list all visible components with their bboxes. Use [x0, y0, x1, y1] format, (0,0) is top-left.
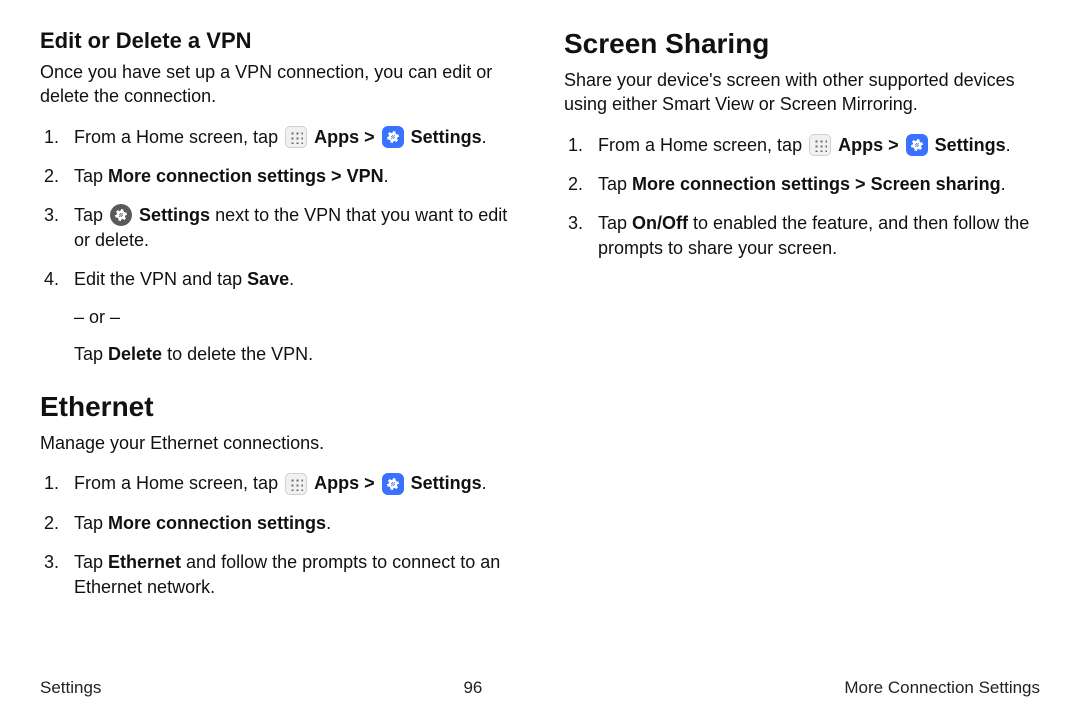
- apps-icon: [285, 473, 307, 495]
- heading-screen-sharing: Screen Sharing: [564, 28, 1040, 60]
- or-separator: – or –: [74, 305, 516, 330]
- list-item: Tap More connection settings.: [40, 511, 516, 536]
- content-columns: Edit or Delete a VPN Once you have set u…: [40, 28, 1040, 614]
- intro-vpn: Once you have set up a VPN connection, y…: [40, 60, 516, 109]
- page-footer: Settings 96 More Connection Settings: [40, 678, 1040, 698]
- settings-label: Settings: [935, 135, 1006, 155]
- list-item: From a Home screen, tap Apps > Settings.: [40, 125, 516, 150]
- text-bold: On/Off: [632, 213, 688, 233]
- list-item: Tap Settings next to the VPN that you wa…: [40, 203, 516, 253]
- intro-screen-sharing: Share your device's screen with other su…: [564, 68, 1040, 117]
- text-bold: More connection settings: [108, 513, 326, 533]
- intro-ethernet: Manage your Ethernet connections.: [40, 431, 516, 455]
- settings-icon: [382, 126, 404, 148]
- text: .: [384, 166, 389, 186]
- list-item: Tap Ethernet and follow the prompts to c…: [40, 550, 516, 600]
- text: .: [1006, 135, 1011, 155]
- list-item: From a Home screen, tap Apps > Settings.: [564, 133, 1040, 158]
- list-item: From a Home screen, tap Apps > Settings.: [40, 471, 516, 496]
- settings-label: Settings: [411, 473, 482, 493]
- text-bold: More connection settings > Screen sharin…: [632, 174, 1001, 194]
- separator: >: [364, 127, 380, 147]
- text-bold: Save: [247, 269, 289, 289]
- settings-icon: [382, 473, 404, 495]
- gear-icon: [110, 204, 132, 226]
- right-column: Screen Sharing Share your device's scree…: [564, 28, 1040, 614]
- text: Tap: [74, 552, 108, 572]
- text-bold: Ethernet: [108, 552, 181, 572]
- list-item: Tap More connection settings > VPN.: [40, 164, 516, 189]
- text-bold: More connection settings > VPN: [108, 166, 384, 186]
- text: Tap: [598, 174, 632, 194]
- apps-icon: [285, 126, 307, 148]
- text: From a Home screen, tap: [74, 473, 283, 493]
- heading-vpn: Edit or Delete a VPN: [40, 28, 516, 54]
- steps-screen-sharing: From a Home screen, tap Apps > Settings.…: [564, 133, 1040, 262]
- text: Tap: [74, 513, 108, 533]
- apps-icon: [809, 134, 831, 156]
- text: Tap: [74, 166, 108, 186]
- list-item: Tap On/Off to enabled the feature, and t…: [564, 211, 1040, 261]
- text: .: [326, 513, 331, 533]
- settings-label: Settings: [411, 127, 482, 147]
- list-item: Edit the VPN and tap Save. – or – Tap De…: [40, 267, 516, 367]
- steps-ethernet: From a Home screen, tap Apps > Settings.…: [40, 471, 516, 600]
- text: .: [289, 269, 294, 289]
- text: From a Home screen, tap: [74, 127, 283, 147]
- page-number: 96: [463, 678, 482, 698]
- left-column: Edit or Delete a VPN Once you have set u…: [40, 28, 516, 614]
- settings-icon: [906, 134, 928, 156]
- text-bold: Delete: [108, 344, 162, 364]
- footer-right: More Connection Settings: [844, 678, 1040, 698]
- heading-ethernet: Ethernet: [40, 391, 516, 423]
- text-bold: Settings: [139, 205, 210, 225]
- apps-label: Apps: [314, 127, 359, 147]
- text: From a Home screen, tap: [598, 135, 807, 155]
- text: Tap: [74, 205, 108, 225]
- text: .: [1001, 174, 1006, 194]
- list-item: Tap More connection settings > Screen sh…: [564, 172, 1040, 197]
- steps-vpn: From a Home screen, tap Apps > Settings.…: [40, 125, 516, 367]
- text: Tap: [74, 344, 108, 364]
- text: .: [482, 473, 487, 493]
- text: Edit the VPN and tap: [74, 269, 247, 289]
- separator: >: [888, 135, 904, 155]
- footer-left: Settings: [40, 678, 101, 698]
- text: .: [482, 127, 487, 147]
- apps-label: Apps: [838, 135, 883, 155]
- text: Tap: [598, 213, 632, 233]
- apps-label: Apps: [314, 473, 359, 493]
- text: to delete the VPN.: [162, 344, 313, 364]
- separator: >: [364, 473, 380, 493]
